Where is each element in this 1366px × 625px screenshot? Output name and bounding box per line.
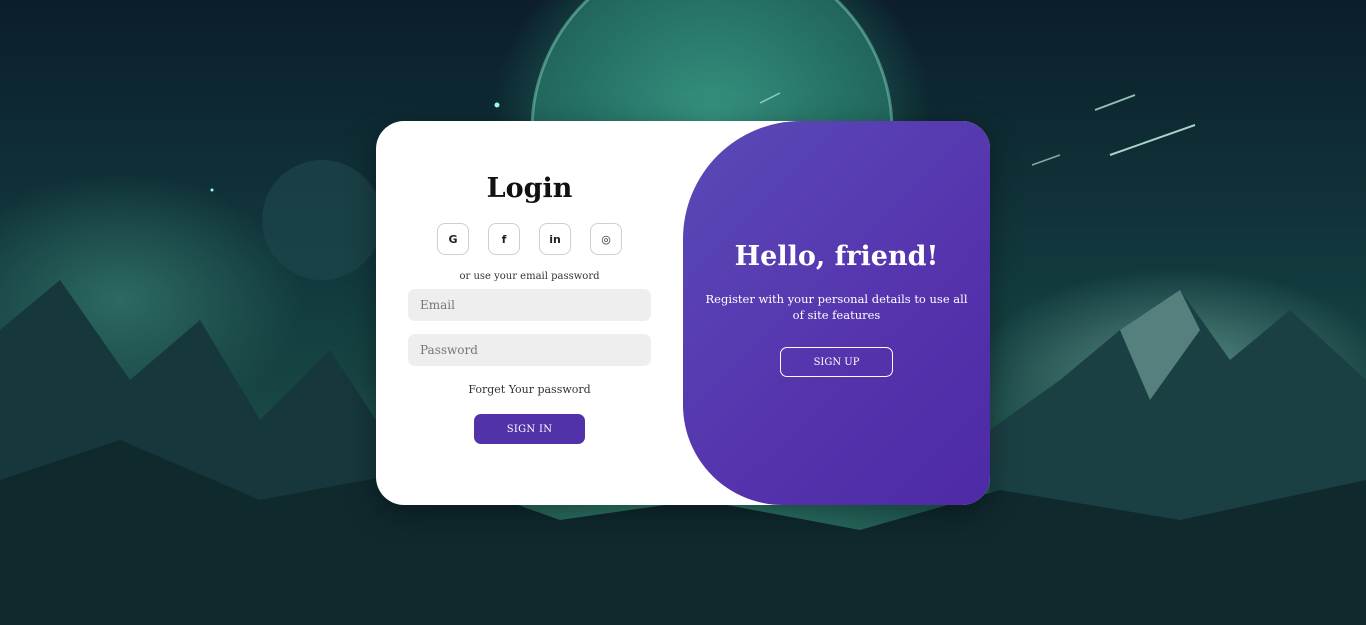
email-field[interactable] <box>408 289 651 321</box>
auth-card: Login G f in ◎ or use your email passwor… <box>376 121 990 505</box>
login-panel: Login G f in ◎ or use your email passwor… <box>376 121 683 505</box>
forgot-password-link[interactable]: Forget Your password <box>376 383 683 396</box>
google-icon: G <box>448 232 458 246</box>
signup-promo-panel: Hello, friend! Register with your person… <box>683 121 990 505</box>
facebook-login-button[interactable]: f <box>488 223 520 255</box>
github-icon: ◎ <box>601 232 611 246</box>
google-login-button[interactable]: G <box>437 223 469 255</box>
linkedin-login-button[interactable]: in <box>539 223 571 255</box>
sign-in-button[interactable]: SIGN IN <box>474 414 585 444</box>
promo-text: Register with your personal details to u… <box>705 292 968 322</box>
social-login-row: G f in ◎ <box>437 223 622 255</box>
sign-up-button[interactable]: SIGN UP <box>780 347 893 377</box>
facebook-icon: f <box>501 232 507 246</box>
linkedin-icon: in <box>549 232 561 246</box>
promo-title: Hello, friend! <box>734 241 939 272</box>
email-hint: or use your email password <box>459 271 600 282</box>
login-title: Login <box>486 173 573 204</box>
github-login-button[interactable]: ◎ <box>590 223 622 255</box>
password-field[interactable] <box>408 334 651 366</box>
